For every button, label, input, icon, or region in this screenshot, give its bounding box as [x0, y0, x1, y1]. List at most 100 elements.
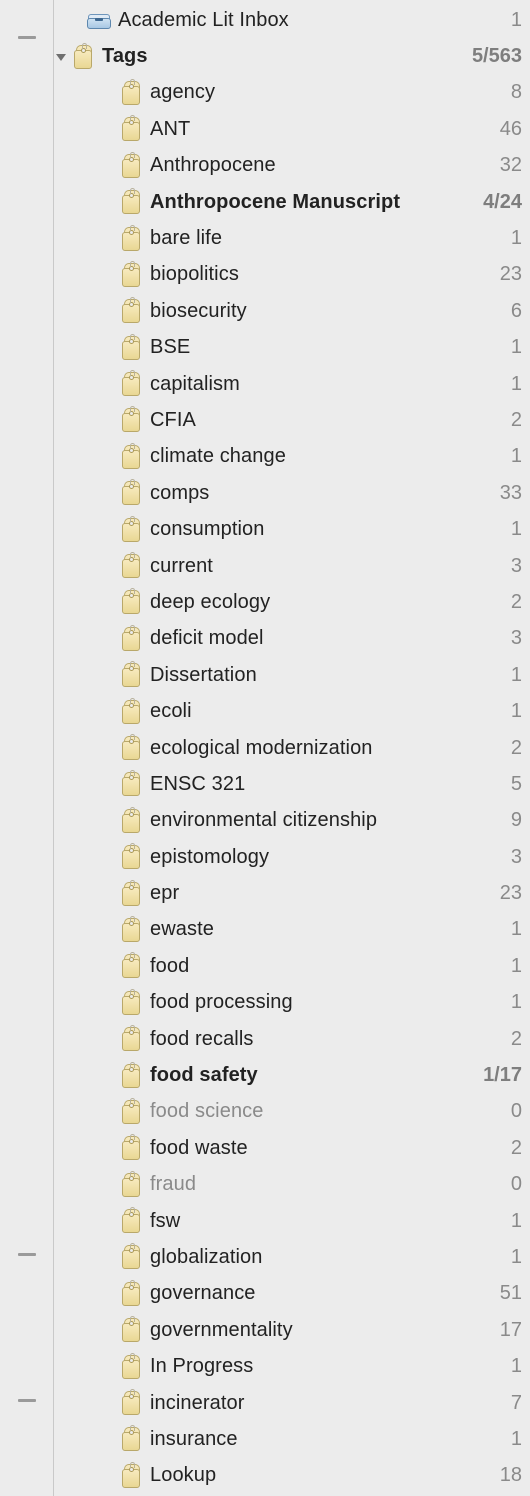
tree-item-label: food	[146, 955, 476, 978]
tree-item-count: 9	[476, 809, 522, 832]
tag-icon	[116, 589, 146, 615]
tree-item-count: 46	[476, 118, 522, 141]
tree-item-tag[interactable]: consumption1	[54, 511, 530, 547]
tree-item-tag[interactable]: agency8	[54, 75, 530, 111]
tree-item-tag[interactable]: food processing1	[54, 985, 530, 1021]
tree-item-count: 1	[476, 1428, 522, 1451]
tree-item-count: 1	[476, 664, 522, 687]
tree-item-count: 2	[476, 409, 522, 432]
tree-item-label: food recalls	[146, 1028, 476, 1051]
tag-icon	[116, 1426, 146, 1452]
tree-item-count: 33	[476, 482, 522, 505]
tree-item-tag[interactable]: biosecurity6	[54, 293, 530, 329]
tree-item-tag[interactable]: epistomology3	[54, 839, 530, 875]
tree-item-tag[interactable]: ANT46	[54, 111, 530, 147]
tree-item-count: 8	[476, 81, 522, 104]
disclosure-triangle-icon[interactable]	[54, 51, 68, 63]
tag-icon	[116, 1063, 146, 1089]
tree-item-count: 17	[476, 1319, 522, 1342]
tag-icon	[116, 771, 146, 797]
tree-item-tag[interactable]: deep ecology2	[54, 584, 530, 620]
tree-item-tag[interactable]: environmental citizenship9	[54, 803, 530, 839]
tree-item-tag[interactable]: capitalism1	[54, 366, 530, 402]
tree-item-tag[interactable]: insurance1	[54, 1421, 530, 1457]
tree-item-label: bare life	[146, 227, 476, 250]
tree-item-tag[interactable]: ewaste1	[54, 912, 530, 948]
tag-icon	[116, 735, 146, 761]
tree-item-tag[interactable]: ecological modernization2	[54, 730, 530, 766]
tree-item-count: 4/24	[476, 191, 522, 214]
gutter-dash-icon	[18, 1399, 36, 1402]
tree-item-label: governmentality	[146, 1319, 476, 1342]
tree-item-label: biopolitics	[146, 263, 476, 286]
tree-item-tag[interactable]: food science0	[54, 1094, 530, 1130]
tree-item-tag[interactable]: incinerator7	[54, 1385, 530, 1421]
tree-item-tag[interactable]: BSE1	[54, 330, 530, 366]
tree-item-tag[interactable]: Lookup18	[54, 1458, 530, 1494]
tree-item-tag[interactable]: governance51	[54, 1276, 530, 1312]
tree-item-label: BSE	[146, 336, 476, 359]
tag-icon	[116, 407, 146, 433]
tag-icon	[116, 1099, 146, 1125]
tag-icon	[116, 699, 146, 725]
tree-item-label: insurance	[146, 1428, 476, 1451]
tag-icon	[116, 480, 146, 506]
tree-item-tag[interactable]: Anthropocene32	[54, 148, 530, 184]
tree-item-tag[interactable]: fsw1	[54, 1203, 530, 1239]
inbox-icon	[84, 11, 114, 29]
tag-icon	[116, 1317, 146, 1343]
tree-item-count: 1	[476, 9, 522, 32]
tree-item-tag[interactable]: food1	[54, 948, 530, 984]
tree-item-tag[interactable]: fraud0	[54, 1167, 530, 1203]
tree-item-tag[interactable]: climate change1	[54, 439, 530, 475]
tree-item-tag[interactable]: current3	[54, 548, 530, 584]
tree-item-inbox[interactable]: Academic Lit Inbox 1	[54, 2, 530, 38]
tree-item-count: 1	[476, 1355, 522, 1378]
tag-icon	[116, 1172, 146, 1198]
tree-item-tag[interactable]: bare life1	[54, 220, 530, 256]
tree-item-tag[interactable]: food safety1/17	[54, 1057, 530, 1093]
tree-item-label: ewaste	[146, 918, 476, 941]
tree-item-tag[interactable]: globalization1	[54, 1239, 530, 1275]
tree-item-count: 1	[476, 918, 522, 941]
tag-icon	[116, 1244, 146, 1270]
tree-item-count: 2	[476, 1137, 522, 1160]
tree-item-count: 1	[476, 700, 522, 723]
tree-item-label: food processing	[146, 991, 476, 1014]
tree-item-tag[interactable]: ecoli1	[54, 693, 530, 729]
tag-icon	[116, 1208, 146, 1234]
tree-item-count: 0	[476, 1173, 522, 1196]
tree-item-tag[interactable]: governmentality17	[54, 1312, 530, 1348]
gutter-strip-1	[0, 0, 12, 1496]
tree-item-label: biosecurity	[146, 300, 476, 323]
tree-item-tags-header[interactable]: Tags 5/563	[54, 38, 530, 74]
tree-item-tag[interactable]: Dissertation1	[54, 657, 530, 693]
tree-item-label: capitalism	[146, 373, 476, 396]
tree-item-count: 1	[476, 991, 522, 1014]
tag-icon	[116, 553, 146, 579]
tree-item-count: 1	[476, 518, 522, 541]
tree-item-count: 1	[476, 336, 522, 359]
tree-item-tag[interactable]: CFIA2	[54, 402, 530, 438]
tree-item-count: 1	[476, 373, 522, 396]
tree-item-count: 7	[476, 1392, 522, 1415]
tree-item-tag[interactable]: epr23	[54, 875, 530, 911]
tree-item-label: epr	[146, 882, 476, 905]
tree-item-label: Anthropocene Manuscript	[146, 191, 476, 214]
tree-item-tag[interactable]: In Progress1	[54, 1348, 530, 1384]
tree-item-count: 0	[476, 1100, 522, 1123]
tree-item-count: 2	[476, 737, 522, 760]
tree-item-tag[interactable]: comps33	[54, 475, 530, 511]
tag-icon	[116, 808, 146, 834]
tree-item-label: epistomology	[146, 846, 476, 869]
tree-item-label: consumption	[146, 518, 476, 541]
tree-item-label: food waste	[146, 1137, 476, 1160]
tree-item-tag[interactable]: food waste2	[54, 1130, 530, 1166]
tree-item-tag[interactable]: biopolitics23	[54, 257, 530, 293]
tree-item-tag[interactable]: ENSC 3215	[54, 766, 530, 802]
tag-icon	[116, 953, 146, 979]
tree-item-tag[interactable]: deficit model3	[54, 621, 530, 657]
gutter-strip-2	[12, 0, 52, 1496]
tree-item-tag[interactable]: food recalls2	[54, 1021, 530, 1057]
tree-item-tag[interactable]: Anthropocene Manuscript4/24	[54, 184, 530, 220]
